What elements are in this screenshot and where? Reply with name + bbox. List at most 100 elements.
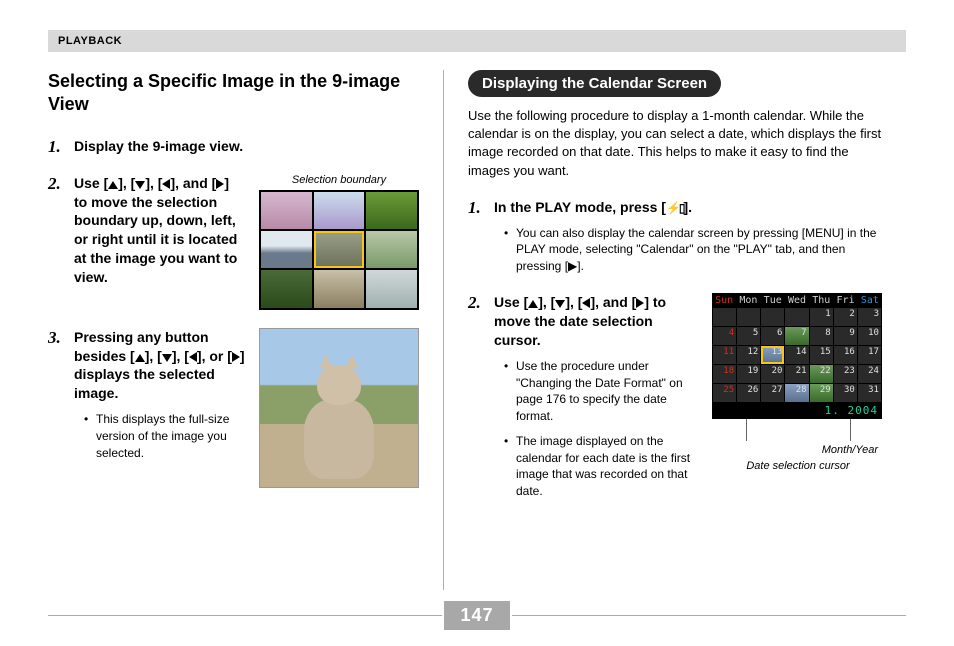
right-column: Displaying the Calendar Screen Use the f…	[444, 70, 884, 590]
manual-page: PLAYBACK Selecting a Specific Image in t…	[0, 0, 954, 646]
calendar-cell: 13	[761, 346, 784, 364]
step-2: Use [], [], [], and [] to move the selec…	[48, 174, 419, 310]
calendar-cell: 19	[737, 365, 760, 383]
calendar-cell: 20	[761, 365, 784, 383]
cat-figure	[259, 328, 419, 488]
calendar-cell: 26	[737, 384, 760, 402]
day-head: Wed	[785, 293, 809, 308]
day-head: Fri	[833, 293, 857, 308]
thumbnail	[366, 192, 417, 229]
calendar-cell: 1	[810, 308, 833, 326]
r-step-1-bullets: You can also display the calendar screen…	[494, 225, 884, 275]
step-3: Pressing any button besides [], [], [], …	[48, 328, 419, 488]
calendar-cell: 14	[785, 346, 808, 364]
page-number: 147	[444, 601, 509, 630]
up-arrow-icon	[135, 354, 145, 362]
right-arrow-icon	[232, 352, 240, 362]
down-arrow-icon	[555, 300, 565, 308]
left-arrow-icon	[189, 352, 197, 362]
calendar-cell: 29	[810, 384, 833, 402]
flash-screen-icon: ⚡▯	[666, 201, 684, 215]
thumbnail	[314, 270, 365, 307]
calendar-cell: 22	[810, 365, 833, 383]
calendar-cell: 2	[834, 308, 857, 326]
footer-rule	[512, 615, 906, 616]
calendar-cell: 15	[810, 346, 833, 364]
r-step-2-bullets: Use the procedure under "Changing the Da…	[494, 358, 698, 500]
footer-rule	[48, 615, 442, 616]
calendar-day-header: Sun Mon Tue Wed Thu Fri Sat	[712, 293, 882, 308]
section-header: PLAYBACK	[48, 30, 906, 52]
calendar-cell: 9	[834, 327, 857, 345]
calendar-cell: 23	[834, 365, 857, 383]
nine-image-grid	[259, 190, 419, 310]
day-head: Tue	[761, 293, 785, 308]
thumbnail	[261, 192, 312, 229]
thumbnail-selected	[314, 231, 365, 268]
calendar-cell: 18	[713, 365, 736, 383]
calendar-cell: 12	[737, 346, 760, 364]
calendar-cell: 4	[713, 327, 736, 345]
left-column: Selecting a Specific Image in the 9-imag…	[48, 70, 443, 590]
bullet: This displays the full-size version of t…	[84, 411, 245, 461]
calendar-cell: 30	[834, 384, 857, 402]
step-3-text: Pressing any button besides [], [], [], …	[74, 328, 245, 404]
page-footer: 147	[48, 601, 906, 630]
bullet: You can also display the calendar screen…	[504, 225, 884, 275]
date-selection-cursor-annotation: Date selection cursor	[712, 459, 884, 473]
step-3-bullets: This displays the full-size version of t…	[74, 411, 245, 461]
two-column-layout: Selecting a Specific Image in the 9-imag…	[48, 70, 906, 590]
down-arrow-icon	[135, 181, 145, 189]
section-label: PLAYBACK	[58, 35, 122, 47]
bullet: The image displayed on the calendar for …	[504, 433, 698, 500]
day-head: Sun	[712, 293, 736, 308]
down-arrow-icon	[162, 354, 172, 362]
left-step-list: Display the 9-image view. Use [], [], []…	[48, 137, 419, 488]
calendar-cell: 31	[858, 384, 881, 402]
selection-boundary-caption: Selection boundary	[259, 174, 419, 186]
step-1: Display the 9-image view.	[48, 137, 419, 156]
calendar-cell: 5	[737, 327, 760, 345]
calendar-cell	[737, 308, 760, 326]
calendar-cell: 10	[858, 327, 881, 345]
day-head: Sat	[858, 293, 882, 308]
thumbnail	[261, 231, 312, 268]
calendar-cell: 7	[785, 327, 808, 345]
step-1-text: Display the 9-image view.	[74, 137, 419, 156]
day-head: Mon	[736, 293, 760, 308]
calendar-cell: 17	[858, 346, 881, 364]
calendar-cell: 8	[810, 327, 833, 345]
nine-image-figure: Selection boundary	[259, 174, 419, 310]
calendar-cell	[761, 308, 784, 326]
step-2-text: Use [], [], [], and [] to move the selec…	[74, 174, 245, 287]
r-step-2: Use [], [], [], and [] to move the date …	[468, 293, 884, 508]
calendar-cell: 6	[761, 327, 784, 345]
month-year-annotation: Month/Year	[712, 443, 884, 457]
calendar-cell: 25	[713, 384, 736, 402]
thumbnail	[366, 270, 417, 307]
calendar-month-year: 1. 2004	[712, 402, 882, 417]
subsection-pill: Displaying the Calendar Screen	[468, 70, 721, 97]
calendar-cell	[713, 308, 736, 326]
cat-photo	[259, 328, 419, 488]
thumbnail	[366, 231, 417, 268]
calendar-cell: 28	[785, 384, 808, 402]
calendar-cell: 27	[761, 384, 784, 402]
calendar-grid: 1234567891011121314151617181920212223242…	[712, 308, 882, 402]
calendar-figure: Sun Mon Tue Wed Thu Fri Sat 123456789101…	[712, 293, 884, 474]
day-head: Thu	[809, 293, 833, 308]
intro-paragraph: Use the following procedure to display a…	[468, 107, 884, 180]
calendar-cell: 16	[834, 346, 857, 364]
calendar-cell: 24	[858, 365, 881, 383]
calendar-cell	[785, 308, 808, 326]
thumbnail	[314, 192, 365, 229]
r-step-1: In the PLAY mode, press [⚡▯]. You can al…	[468, 198, 884, 275]
up-arrow-icon	[108, 181, 118, 189]
up-arrow-icon	[528, 300, 538, 308]
left-title: Selecting a Specific Image in the 9-imag…	[48, 70, 419, 117]
right-step-list: In the PLAY mode, press [⚡▯]. You can al…	[468, 198, 884, 526]
r-step-1-text: In the PLAY mode, press [⚡▯].	[494, 198, 884, 217]
thumbnail	[261, 270, 312, 307]
calendar-cell: 3	[858, 308, 881, 326]
bullet: Use the procedure under "Changing the Da…	[504, 358, 698, 425]
